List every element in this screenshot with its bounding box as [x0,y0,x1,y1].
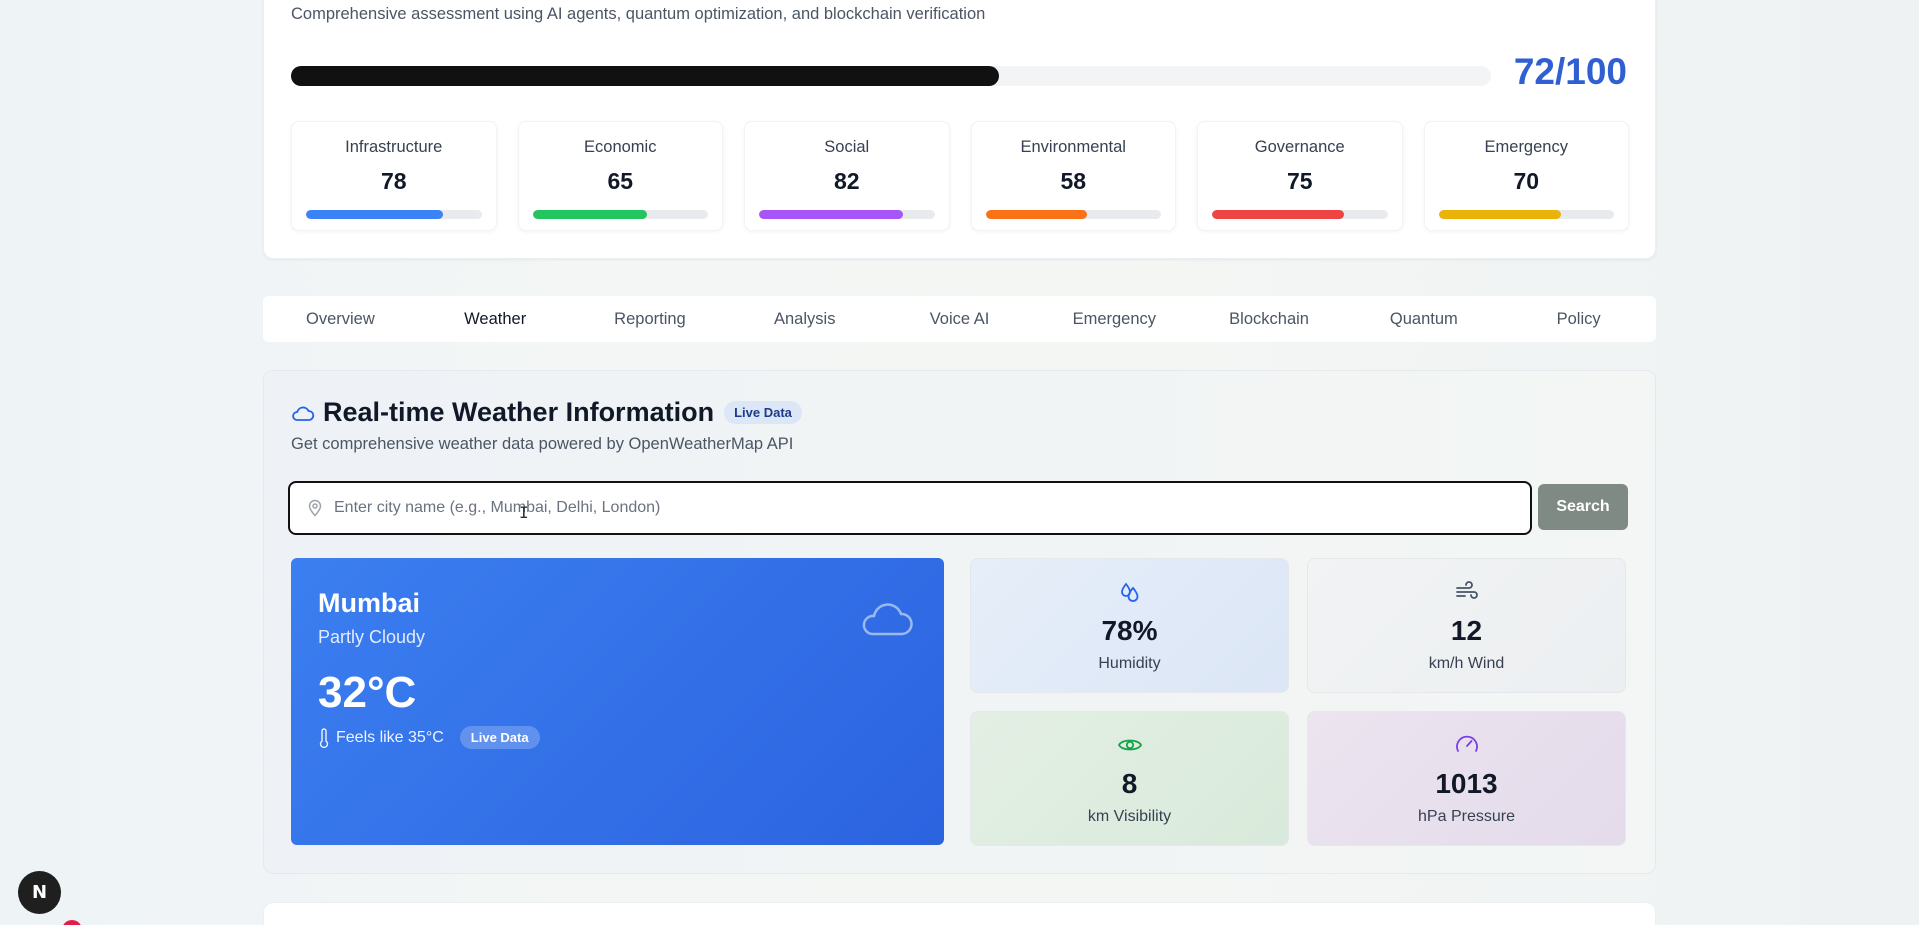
droplets-icon [1120,582,1138,602]
metric-value: 58 [1060,168,1087,194]
assessment-subtitle: Comprehensive assessment using AI agents… [291,5,986,23]
metric-progress-bar [532,210,708,219]
thermometer-icon [319,727,329,748]
metric-progress-fill [985,210,1088,219]
metric-label: Economic [584,138,657,156]
metric-card-emergency: Emergency 70 [1423,121,1629,231]
tab-blockchain[interactable]: Blockchain [1192,296,1347,342]
metric-progress-fill [1438,210,1562,219]
metric-progress-bar [306,210,482,219]
weather-panel: Real-time Weather Information Live Data … [263,370,1656,874]
text-cursor-icon: I [519,503,529,522]
tab-emergency[interactable]: Emergency [1037,296,1192,342]
tab-bar: Overview Weather Reporting Analysis Voic… [263,296,1656,342]
humidity-label: Humidity [1098,655,1161,672]
tab-analysis[interactable]: Analysis [727,296,882,342]
issues-indicator-icon[interactable] [62,920,82,925]
overall-score: 72/100 [1513,51,1627,92]
tab-policy[interactable]: Policy [1501,296,1656,342]
tab-quantum[interactable]: Quantum [1346,296,1501,342]
dev-tools-badge[interactable]: N [18,871,61,914]
overall-progress-fill [291,66,999,86]
metric-card-governance: Governance 75 [1197,121,1403,231]
next-section-card [263,902,1656,925]
live-data-badge: Live Data [459,726,540,749]
metric-label: Environmental [1020,138,1126,156]
tab-weather[interactable]: Weather [418,296,573,342]
feels-like-row: Feels like 35°C Live Data [318,726,540,749]
resilience-score-card: Comprehensive assessment using AI agents… [263,0,1656,259]
metric-progress-fill [306,210,443,219]
weather-title: Real-time Weather Information [323,397,715,427]
map-pin-icon [308,499,322,517]
feels-like: Feels like 35°C [336,728,444,746]
metric-progress-fill [759,210,903,219]
visibility-value: 8 [1121,768,1138,799]
eye-icon [1117,739,1142,751]
metric-progress-fill [1212,210,1344,219]
humidity-value: 78% [1101,615,1158,646]
metric-card-economic: Economic 65 [517,121,723,231]
weather-condition: Partly Cloudy [318,627,426,647]
metric-card-social: Social 82 [744,121,950,231]
city-search-box [288,481,1532,535]
visibility-label: km Visibility [1087,808,1172,825]
pressure-value: 1013 [1435,768,1498,799]
weather-title-row: Real-time Weather Information Live Data [291,397,802,428]
wind-value: 12 [1450,615,1483,646]
live-data-badge: Live Data [724,401,802,424]
temperature: 32°C [318,668,417,717]
metric-label: Infrastructure [345,138,443,156]
metric-progress-bar [1212,210,1388,219]
metric-progress-fill [532,210,647,219]
cloud-icon [292,406,315,421]
city-search-input[interactable] [334,499,1530,517]
metric-value: 70 [1513,168,1540,194]
wind-label: km/h Wind [1428,655,1505,672]
humidity-card: 78% Humidity [970,558,1289,693]
weather-description: Get comprehensive weather data powered b… [291,435,794,453]
city-name: Mumbai [318,588,421,618]
current-weather-card: Mumbai Partly Cloudy 32°C Feels like 35°… [291,558,944,845]
metric-value: 75 [1286,168,1313,194]
visibility-card: 8 km Visibility [970,711,1289,846]
wind-icon [1455,581,1478,599]
metric-value: 65 [607,168,634,194]
wind-card: 12 km/h Wind [1307,558,1626,693]
metric-card-environmental: Environmental 58 [970,121,1176,231]
tab-overview[interactable]: Overview [263,296,418,342]
tab-reporting[interactable]: Reporting [573,296,728,342]
metric-label: Governance [1254,138,1345,156]
gauge-icon [1455,735,1478,752]
metric-progress-bar [1438,210,1614,219]
metric-value: 82 [833,168,860,194]
overall-progress-bar [291,66,1491,86]
tab-voice-ai[interactable]: Voice AI [882,296,1037,342]
metric-cards: Infrastructure 78 Economic 65 Social 82 … [291,121,1629,231]
metric-card-infrastructure: Infrastructure 78 [291,121,497,231]
pressure-card: 1013 hPa Pressure [1307,711,1626,846]
cloud-icon [862,603,913,636]
metric-progress-bar [985,210,1161,219]
pressure-label: hPa Pressure [1418,808,1515,825]
metric-value: 78 [380,168,407,194]
metric-label: Social [824,138,870,156]
metric-progress-bar [759,210,935,219]
search-button[interactable]: Search [1538,484,1628,530]
metric-label: Emergency [1484,138,1568,156]
